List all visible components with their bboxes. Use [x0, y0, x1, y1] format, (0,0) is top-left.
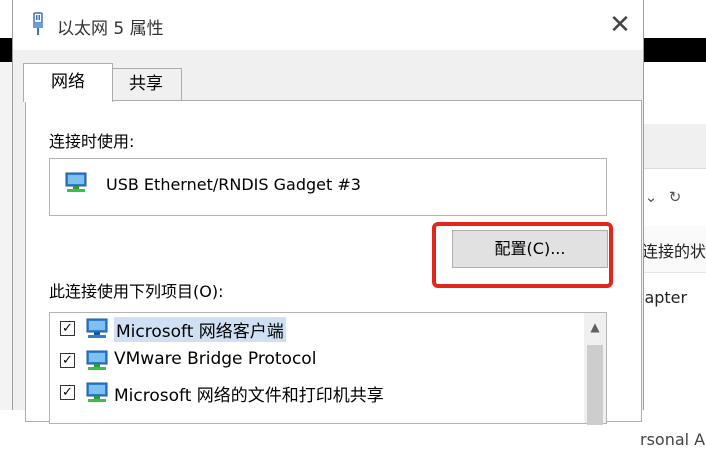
dialog-titlebar: 以太网 5 属性 ✕: [13, 0, 643, 50]
item-checkbox[interactable]: ✓: [60, 385, 75, 400]
dialog-title: 以太网 5 属性: [57, 19, 164, 39]
background-adapter-text: lapter: [640, 288, 688, 307]
item-label: Microsoft 网络客户端: [114, 317, 286, 342]
ethernet-plug-icon: [33, 12, 43, 35]
scroll-thumb[interactable]: [587, 345, 603, 425]
properties-dialog: 以太网 5 属性 ✕ 网络 共享 连接时使用: USB Ethernet/RND…: [12, 0, 644, 425]
tab-network[interactable]: 网络: [23, 63, 113, 102]
item-label: Microsoft 网络的文件和打印机共享: [114, 386, 384, 406]
network-client-icon: [86, 318, 108, 338]
vertical-scrollbar[interactable]: ▲: [584, 313, 606, 425]
network-adapter-icon: [65, 172, 87, 192]
list-item-file-printer-sharing[interactable]: ✓ Microsoft 网络的文件和打印机共享: [60, 379, 580, 407]
background-refresh-icon[interactable]: ↻: [664, 186, 686, 208]
item-checkbox[interactable]: ✓: [60, 353, 75, 368]
device-field: USB Ethernet/RNDIS Gadget #3: [49, 158, 607, 216]
file-printer-sharing-icon: [86, 382, 108, 402]
items-list-label: 此连接使用下列项目(O):: [49, 282, 224, 301]
item-label: VMware Bridge Protocol: [114, 349, 317, 369]
background-personal-text: rsonal A: [640, 430, 706, 449]
close-button[interactable]: ✕: [597, 0, 643, 50]
background-window: ⌄ ↻ 连接的状 lapter rsonal A: [640, 62, 706, 449]
network-protocol-icon: [86, 350, 108, 370]
list-item-vmware-bridge[interactable]: ✓ VMware Bridge Protocol: [60, 347, 580, 375]
connect-using-label: 连接时使用:: [49, 132, 135, 151]
tab-sharing[interactable]: 共享: [110, 68, 182, 101]
items-list: ✓ Microsoft 网络客户端 ✓ VMware Bridge Protoc…: [49, 312, 607, 425]
highlight-annotation: [432, 222, 613, 288]
background-header-text: 连接的状: [642, 242, 706, 261]
scroll-up-icon[interactable]: ▲: [584, 313, 606, 341]
item-checkbox[interactable]: ✓: [60, 321, 75, 336]
list-item-ms-network-client[interactable]: ✓ Microsoft 网络客户端: [60, 315, 580, 343]
background-toolbar: [640, 124, 706, 169]
device-name: USB Ethernet/RNDIS Gadget #3: [106, 175, 361, 194]
